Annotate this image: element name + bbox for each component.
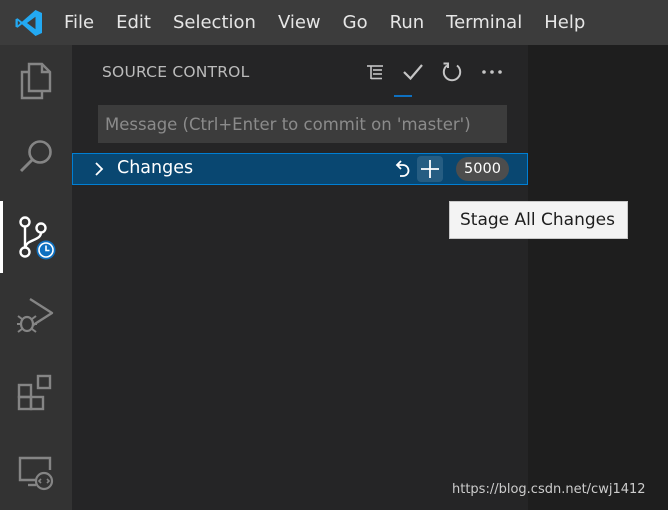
activity-explorer[interactable]	[0, 45, 72, 117]
search-icon	[19, 140, 52, 173]
activity-extensions[interactable]	[0, 356, 72, 428]
active-action-indicator	[394, 95, 412, 97]
remote-explorer-icon	[18, 456, 54, 491]
changes-count-badge: 5000	[456, 157, 509, 181]
activity-bar	[0, 45, 72, 510]
menu-help[interactable]: Help	[533, 0, 596, 45]
changes-group-row[interactable]: Changes 5000	[72, 153, 528, 185]
commit-message-input[interactable]	[98, 105, 507, 143]
title-menu-bar: File Edit Selection View Go Run Terminal…	[0, 0, 668, 45]
stage-all-tooltip: Stage All Changes	[449, 201, 628, 239]
menu-selection[interactable]: Selection	[162, 0, 267, 45]
menu-file[interactable]: File	[62, 0, 105, 45]
commit-button[interactable]	[399, 58, 427, 86]
more-actions-icon	[482, 70, 502, 74]
activity-search[interactable]	[0, 121, 72, 193]
menu-terminal[interactable]: Terminal	[435, 0, 533, 45]
activity-source-control[interactable]	[0, 201, 72, 273]
menu-go[interactable]: Go	[332, 0, 379, 45]
changes-label: Changes	[117, 158, 194, 178]
sidebar-title: SOURCE CONTROL	[102, 63, 250, 81]
extensions-icon	[17, 374, 52, 411]
run-debug-icon	[17, 297, 54, 333]
files-icon	[20, 62, 52, 100]
commit-check-icon	[403, 64, 423, 81]
activity-run-debug[interactable]	[0, 279, 72, 351]
discard-all-changes-button[interactable]	[389, 156, 415, 182]
activity-remote-explorer[interactable]	[0, 436, 72, 508]
refresh-icon	[442, 62, 462, 82]
source-control-icon	[19, 216, 56, 260]
source-control-sidebar: SOURCE CONTROL Changes	[72, 45, 528, 510]
watermark-text: https://blog.csdn.net/cwj1412	[452, 482, 646, 497]
menu-edit[interactable]: Edit	[105, 0, 162, 45]
vscode-logo-icon	[15, 9, 42, 36]
refresh-button[interactable]	[438, 58, 466, 86]
stage-all-plus-icon	[421, 160, 439, 178]
stage-all-changes-button[interactable]	[417, 156, 443, 182]
discard-all-icon	[395, 160, 410, 177]
menu-view[interactable]: View	[267, 0, 332, 45]
chevron-right-icon[interactable]	[94, 161, 104, 177]
tree-view-icon	[367, 65, 383, 80]
menu-run[interactable]: Run	[379, 0, 436, 45]
more-actions-button[interactable]	[478, 58, 506, 86]
view-as-tree-button[interactable]	[361, 58, 389, 86]
